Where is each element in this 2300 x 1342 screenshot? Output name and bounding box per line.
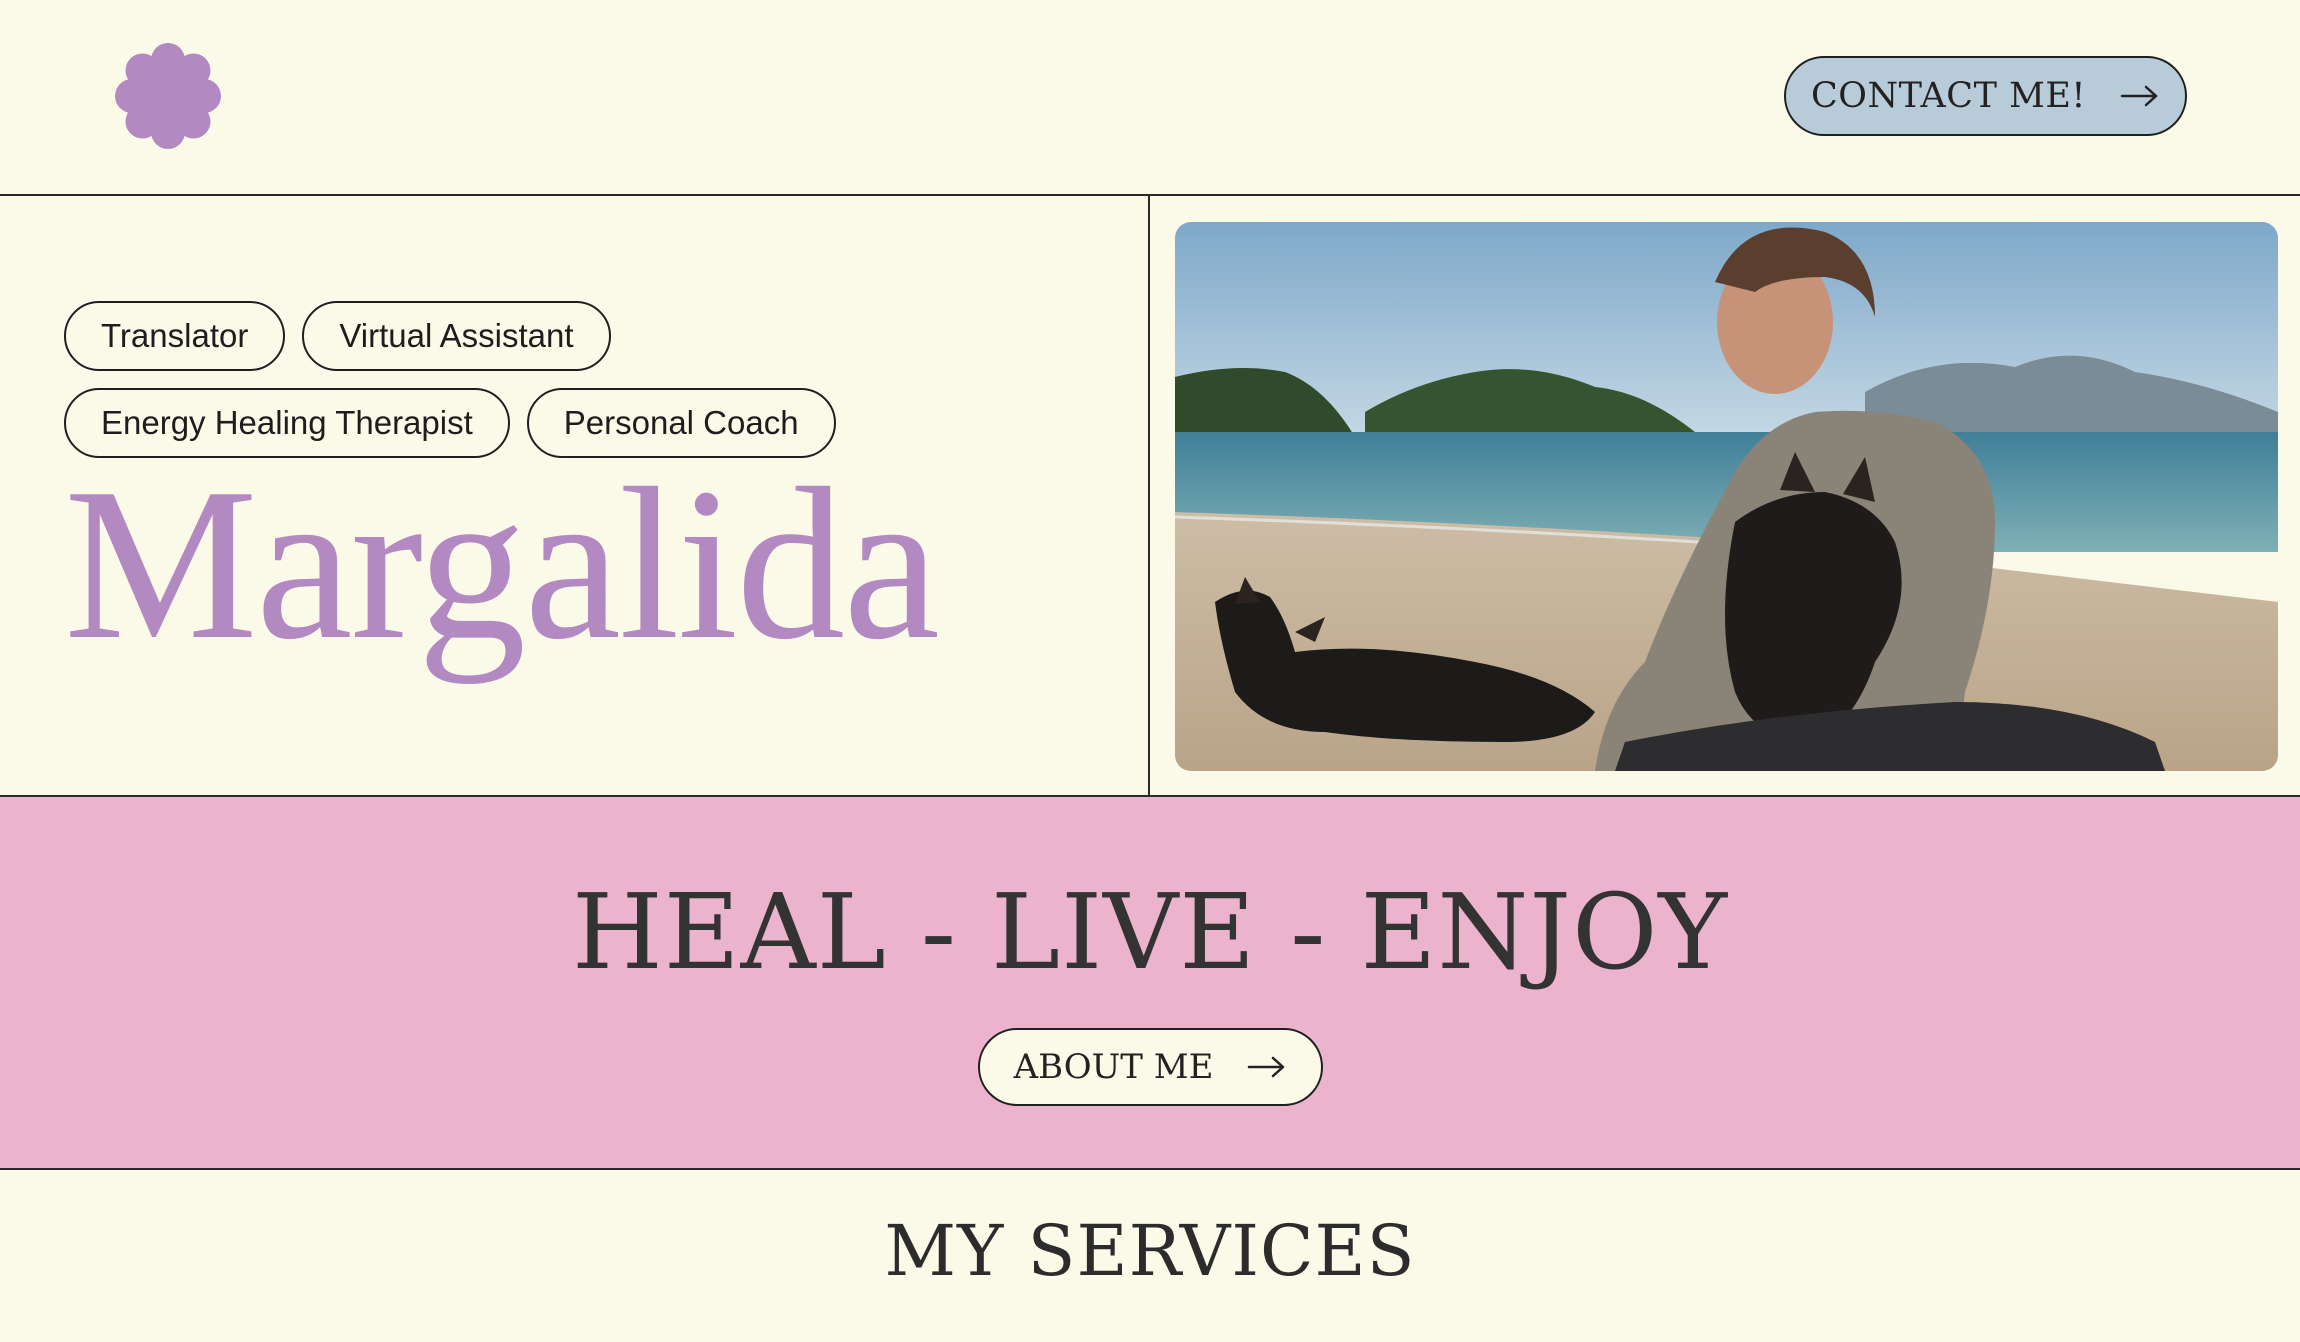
hero-name: Margalida <box>64 444 940 685</box>
tag-translator: Translator <box>64 301 286 371</box>
contact-me-button[interactable]: CONTACT ME! <box>1784 56 2187 136</box>
beach-photo-image <box>1175 222 2278 771</box>
flower-icon <box>115 43 221 149</box>
hero-photo <box>1175 222 2278 771</box>
hero-section: Translator Virtual Assistant Energy Heal… <box>0 196 2300 797</box>
services-heading: MY SERVICES <box>884 1210 1416 1292</box>
contact-me-label: CONTACT ME! <box>1810 76 2086 116</box>
about-me-button[interactable]: ABOUT ME <box>978 1028 1323 1106</box>
hero-intro: Translator Virtual Assistant Energy Heal… <box>0 196 1150 795</box>
tagline-band: HEAL - LIVE - ENJOY ABOUT ME <box>0 797 2300 1170</box>
arrow-right-icon <box>2120 85 2158 107</box>
role-tags: Translator Virtual Assistant Energy Heal… <box>64 301 1064 458</box>
tag-virtual-assistant: Virtual Assistant <box>302 301 611 371</box>
tagline-heading: HEAL - LIVE - ENJOY <box>572 871 1728 993</box>
arrow-right-icon <box>1248 1056 1285 1078</box>
flower-logo-icon[interactable] <box>112 40 224 152</box>
site-header: CONTACT ME! <box>0 0 2300 196</box>
about-me-label: ABOUT ME <box>1013 1047 1214 1087</box>
